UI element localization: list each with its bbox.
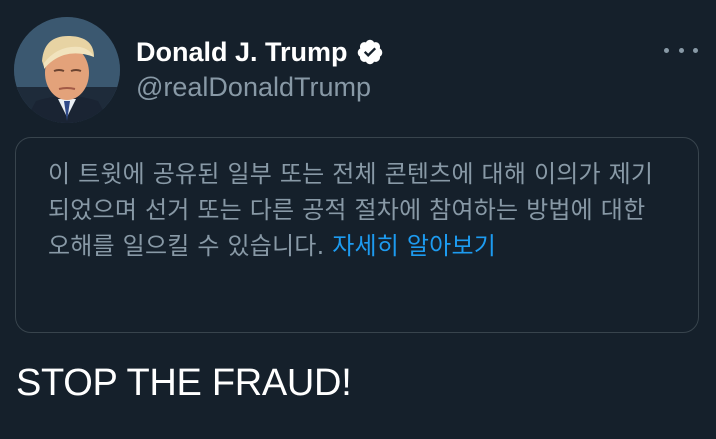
verified-badge-icon (356, 38, 384, 66)
disputed-claim-notice: 이 트윗에 공유된 일부 또는 전체 콘텐츠에 대해 이의가 제기되었으며 선거… (15, 137, 699, 333)
avatar[interactable] (14, 17, 120, 123)
display-name-row: Donald J. Trump (136, 34, 384, 70)
more-options-icon[interactable] (664, 40, 698, 60)
dot-icon (678, 47, 684, 53)
dot-icon (664, 47, 669, 53)
learn-more-link[interactable]: 자세히 알아보기 (332, 232, 496, 260)
dot-icon (693, 47, 698, 53)
profile-photo (14, 17, 120, 123)
notice-text: 이 트윗에 공유된 일부 또는 전체 콘텐츠에 대해 이의가 제기되었으며 선거… (48, 156, 674, 264)
tweet-text: STOP THE FRAUD! (16, 362, 352, 404)
user-handle[interactable]: @realDonaldTrump (136, 72, 371, 103)
display-name[interactable]: Donald J. Trump (136, 37, 348, 68)
tweet-card: Donald J. Trump @realDonaldTrump 이 트윗에 공… (0, 0, 716, 439)
